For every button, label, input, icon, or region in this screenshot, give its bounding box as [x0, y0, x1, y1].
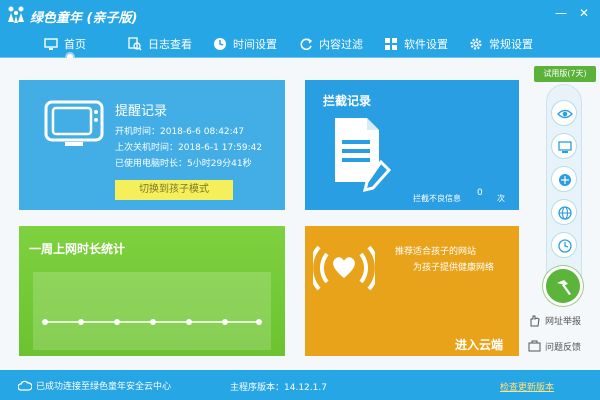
weekly-stats-tile[interactable]: 一周上网时长统计 [19, 226, 285, 356]
cloud-text-2: 为孩子提供健康网络 [413, 263, 495, 273]
intercept-label: 拦截不良信息 [413, 194, 461, 203]
nav-time[interactable]: 时间设置 [213, 30, 277, 58]
clock-icon [214, 38, 226, 50]
nav-filter[interactable]: 内容过滤 [299, 30, 363, 58]
network-icon [559, 174, 571, 186]
intercept-count: 0 [477, 188, 483, 198]
used-time: 已使用电脑时长：5小时29分41秒 [115, 159, 252, 169]
nav-home-label: 首页 [64, 38, 86, 51]
version-text: 主程序版本：14.12.1.7 [230, 383, 327, 393]
trial-badge: 试用版(7天) [534, 66, 596, 82]
connection-text: 已成功连接至绿色童年安全云中心 [36, 382, 172, 392]
hand-icon [530, 315, 540, 327]
weekly-chart [42, 319, 262, 325]
heart-signal-icon [313, 245, 375, 291]
document-pen-icon [335, 118, 392, 193]
tv-icon [44, 100, 104, 146]
nav-logs[interactable]: 日志查看 [128, 30, 192, 58]
nav-bar: 首页 日志查看 时间设置 内容过滤 软件设置 常规设置 [0, 30, 600, 58]
weekly-point [150, 319, 156, 325]
nav-logs-label: 日志查看 [148, 38, 192, 51]
nav-software-label: 软件设置 [404, 38, 448, 51]
weekly-point [114, 319, 120, 325]
weekly-title: 一周上网时长统计 [29, 242, 126, 256]
enter-cloud-link[interactable]: 进入云端 [455, 336, 503, 353]
cloud-text-1: 推荐适合孩子的网站 [395, 247, 477, 257]
family-logo-icon [8, 6, 24, 23]
connection-status: 已成功连接至绿色童年安全云中心 [18, 379, 171, 392]
report-url-label: 网址举报 [545, 317, 582, 327]
side-globe-button[interactable] [551, 199, 577, 225]
nav-general-label: 常规设置 [489, 38, 533, 51]
monitor-icon [44, 38, 58, 50]
feedback-link[interactable]: 问题反馈 [528, 340, 581, 353]
eye-icon [557, 109, 573, 119]
status-bar: 已成功连接至绿色童年安全云中心 主程序版本：14.12.1.7 检查更新版本 [0, 370, 600, 400]
title-bar: 绿色童年 (亲子版) — ✕ [0, 0, 600, 30]
search-doc-icon [128, 37, 142, 51]
intercept-tile[interactable]: 拦截记录 拦截不良信息 0 次 [305, 80, 519, 210]
side-eye-button[interactable] [551, 100, 577, 126]
check-update-link[interactable]: 检查更新版本 [500, 380, 554, 393]
minimize-button[interactable]: — [552, 4, 570, 22]
intercept-title: 拦截记录 [323, 94, 372, 108]
feedback-label: 问题反馈 [545, 343, 582, 353]
side-hammer-button[interactable] [543, 266, 583, 306]
weekly-point [222, 319, 228, 325]
feedback-icon [528, 340, 541, 352]
grid-icon [385, 38, 397, 50]
last-shutdown: 上次关机时间：2018-6-1 17:59:42 [115, 143, 263, 153]
report-url-link[interactable]: 网址举报 [528, 314, 581, 327]
intercept-unit: 次 [497, 194, 505, 203]
nav-time-label: 时间设置 [233, 38, 277, 51]
switch-child-mode-button[interactable]: 切换到孩子模式 [115, 180, 233, 200]
reminder-title: 提醒记录 [115, 104, 168, 119]
globe-icon [558, 206, 572, 220]
clock-icon [558, 239, 572, 253]
weekly-point [186, 319, 192, 325]
screen-icon [558, 141, 572, 153]
cloud-icon [18, 380, 32, 391]
side-clock-button[interactable] [551, 232, 577, 258]
cloud-tile[interactable]: 推荐适合孩子的网站 为孩子提供健康网络 进入云端 [305, 226, 519, 356]
app-title: 绿色童年 (亲子版) [30, 11, 138, 26]
nav-software[interactable]: 软件设置 [384, 30, 448, 58]
nav-general[interactable]: 常规设置 [469, 30, 533, 58]
hammer-icon [557, 280, 571, 295]
nav-filter-label: 内容过滤 [319, 38, 363, 51]
boot-time: 开机时间：2018-6-6 08:42:47 [115, 127, 245, 137]
weekly-point [256, 319, 262, 325]
refresh-icon [300, 38, 313, 51]
side-screen-button[interactable] [551, 133, 577, 159]
weekly-point [78, 319, 84, 325]
side-network-button[interactable] [551, 166, 577, 192]
weekly-point [42, 319, 48, 325]
gear-icon [470, 38, 482, 50]
reminder-tile[interactable]: 提醒记录 开机时间：2018-6-6 08:42:47 上次关机时间：2018-… [19, 80, 285, 210]
close-button[interactable]: ✕ [575, 4, 593, 22]
